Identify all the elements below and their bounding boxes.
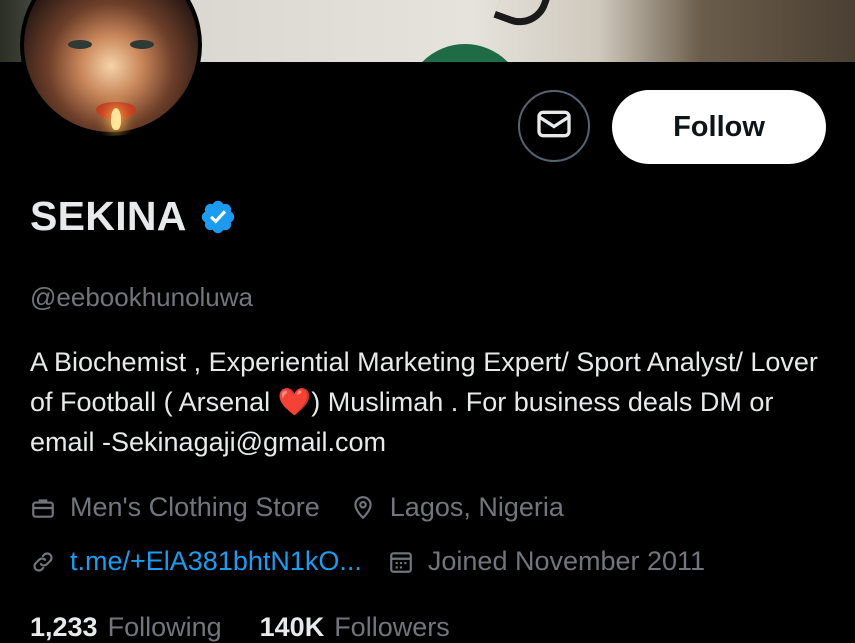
profile-bio: A Biochemist , Experiential Marketing Ex… [30, 342, 820, 462]
profile-stats: 1,233 Following 140K Followers [30, 612, 488, 643]
profile-meta-row: Men's Clothing Store Lagos, Nigeria [30, 492, 564, 523]
profile-name-row: SEKINA [30, 193, 237, 240]
joined-item: Joined November 2011 [388, 546, 705, 577]
message-button[interactable] [518, 90, 590, 162]
location-item: Lagos, Nigeria [350, 492, 564, 523]
heart-emoji: ❤️ [277, 387, 312, 417]
followers-stat[interactable]: 140K Followers [260, 612, 488, 643]
avatar-eye [130, 40, 154, 49]
profile-meta-row: t.me/+ElA381bhtN1kO... Joined November 2… [30, 546, 705, 577]
avatar[interactable] [20, 0, 202, 136]
following-stat[interactable]: 1,233 Following [30, 612, 260, 643]
banner-decoration [405, 44, 525, 62]
profile-handle: @eebookhunoluwa [30, 282, 254, 312]
link-icon [30, 549, 56, 575]
profile-link[interactable]: t.me/+ElA381bhtN1kO... [70, 546, 362, 577]
verified-badge-icon[interactable] [199, 198, 237, 236]
followers-label: Followers [334, 612, 450, 642]
followers-count: 140K [259, 612, 325, 642]
avatar-image [24, 0, 198, 132]
following-label: Following [107, 612, 222, 642]
avatar-eye [68, 40, 92, 49]
avatar-candle-flame [111, 108, 121, 130]
calendar-icon [388, 549, 414, 575]
banner-decoration [493, 0, 554, 34]
envelope-icon [534, 104, 574, 148]
following-count: 1,233 [30, 612, 98, 642]
category-text: Men's Clothing Store [70, 492, 320, 522]
follow-button[interactable]: Follow [612, 90, 826, 164]
joined-text: Joined November 2011 [427, 546, 706, 576]
briefcase-icon [30, 495, 56, 521]
category-item: Men's Clothing Store [30, 492, 320, 523]
location-text: Lagos, Nigeria [389, 492, 564, 522]
display-name: SEKINA [30, 193, 187, 239]
link-item[interactable]: t.me/+ElA381bhtN1kO... [30, 546, 362, 577]
location-pin-icon [350, 495, 376, 521]
